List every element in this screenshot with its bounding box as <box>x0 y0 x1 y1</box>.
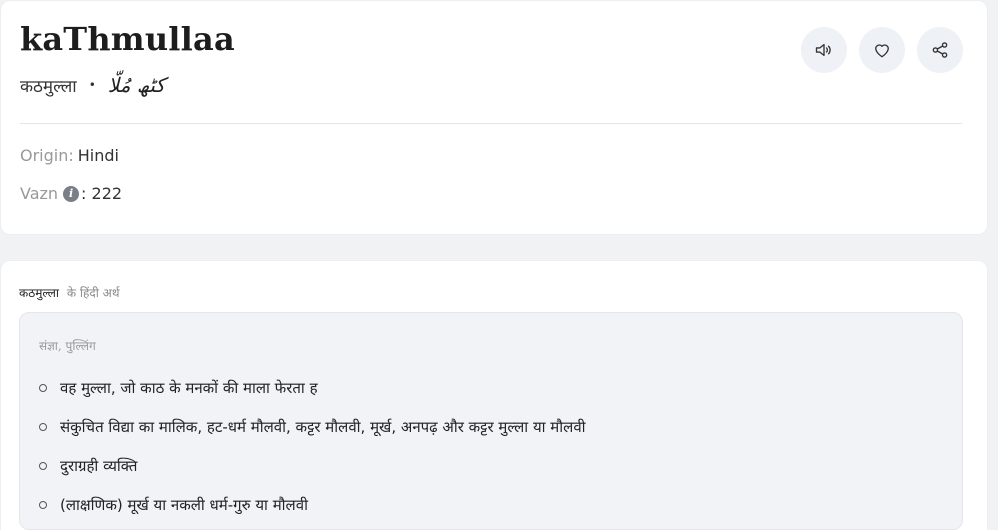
meanings-list: वह मुल्ला, जो काठ के मनकों की माला फेरता… <box>39 368 586 524</box>
share-icon <box>932 42 948 58</box>
meaning-text: दुराग्रही व्यक्ति <box>60 456 138 475</box>
word-hindi: कठमुल्ला <box>20 76 77 97</box>
meaning-text: (लाक्षणिक) मूर्ख या नकली धर्म-गुरु या मौ… <box>60 495 308 514</box>
word-card: kaThmullaa कठमुल्ला • کٹھ مُلّا Origin: … <box>0 0 988 235</box>
page: kaThmullaa कठमुल्ला • کٹھ مُلّا Origin: … <box>0 0 998 530</box>
list-item: (लाक्षणिक) मूर्ख या नकली धर्म-गुरु या मौ… <box>39 485 586 524</box>
share-button[interactable] <box>917 27 963 73</box>
separator-dot: • <box>88 78 96 92</box>
speaker-icon <box>815 43 831 57</box>
favorite-button[interactable] <box>859 27 905 73</box>
word-title: kaThmullaa <box>20 20 235 58</box>
bullet-icon <box>39 461 47 470</box>
info-icon[interactable]: i <box>63 185 80 202</box>
divider <box>20 123 962 124</box>
meaning-text: वह मुल्ला, जो काठ के मनकों की माला फेरता… <box>60 378 318 397</box>
vazn-label: Vazn <box>20 184 59 203</box>
origin-value: Hindi <box>77 146 119 165</box>
bullet-icon <box>39 500 47 509</box>
meaning-heading: कठमुल्ला के हिंदी अर्थ <box>19 284 120 301</box>
meaning-text: संकुचित विद्या का मालिक, हट-धर्म मौलवी, … <box>60 417 586 436</box>
vazn-value: : 222 <box>81 184 123 203</box>
audio-button[interactable] <box>801 27 847 73</box>
meaning-heading-rest: के हिंदी अर्थ <box>66 286 120 300</box>
word-urdu: کٹھ مُلّا <box>107 73 165 97</box>
meaning-heading-word: कठमुल्ला <box>19 286 60 300</box>
bullet-icon <box>39 383 47 392</box>
list-item: वह मुल्ला, जो काठ के मनकों की माला फेरता… <box>39 368 586 407</box>
list-item: संकुचित विद्या का मालिक, हट-धर्म मौलवी, … <box>39 407 586 446</box>
origin-row: Origin: Hindi <box>20 146 119 165</box>
word-scripts: कठमुल्ला • کٹھ مُلّا <box>20 73 165 97</box>
heart-icon <box>875 44 889 58</box>
bullet-icon <box>39 422 47 431</box>
meaning-box: संज्ञा, पुल्लिंग वह मुल्ला, जो काठ के मन… <box>19 312 963 530</box>
list-item: दुराग्रही व्यक्ति <box>39 446 586 485</box>
action-buttons <box>801 27 963 73</box>
part-of-speech: संज्ञा, पुल्लिंग <box>39 339 96 353</box>
vazn-row: Vazn i : 222 <box>20 184 122 203</box>
origin-label: Origin: <box>20 146 74 165</box>
